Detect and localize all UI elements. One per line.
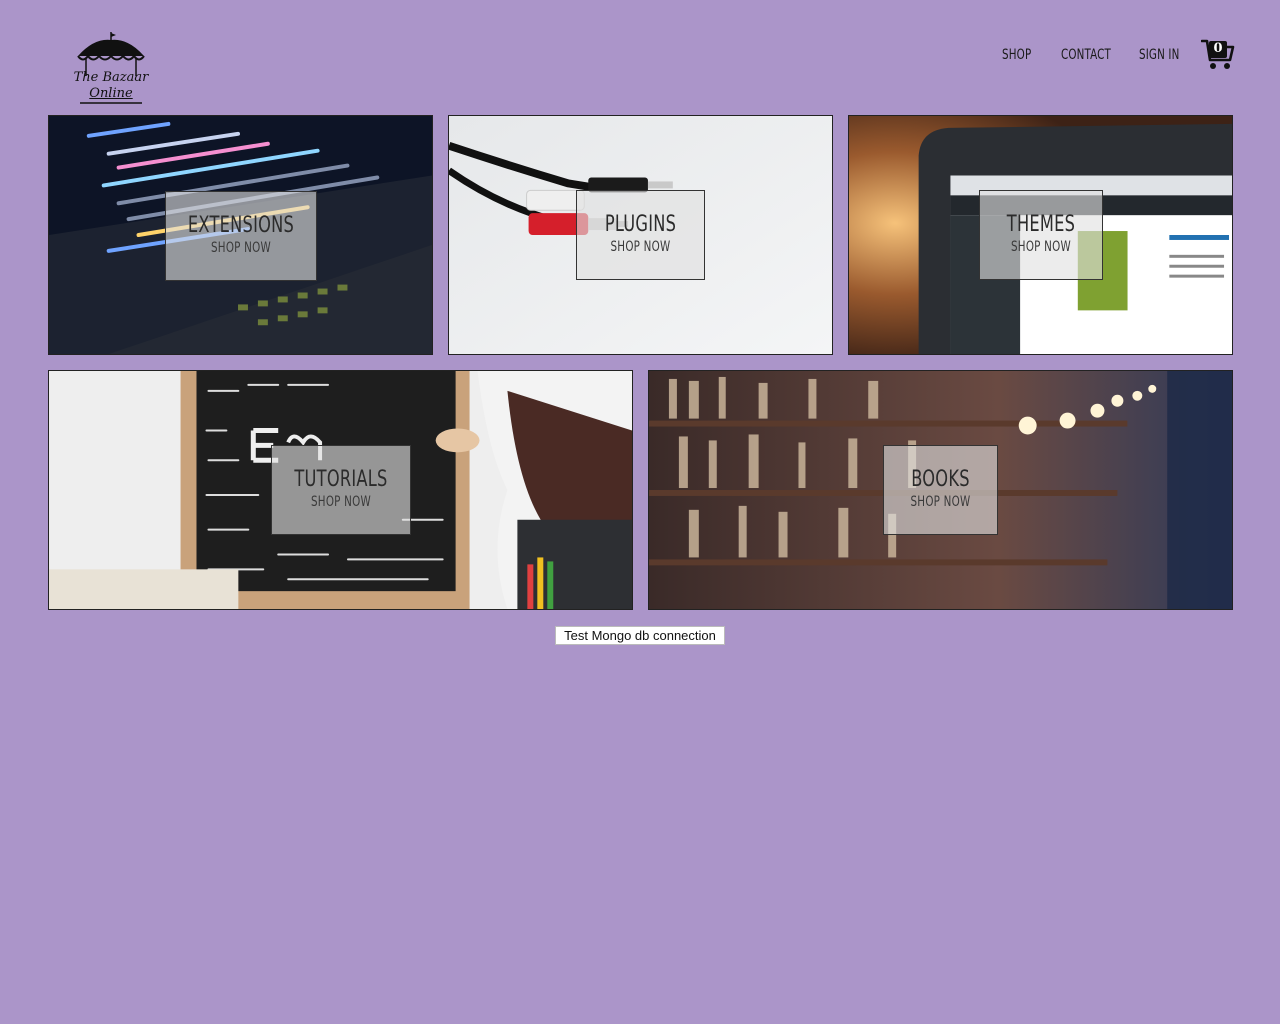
nav-contact-link[interactable]: CONTACT — [1061, 44, 1111, 66]
category-overlay: BOOKS SHOP NOW — [883, 445, 998, 535]
test-mongo-connection-button[interactable]: Test Mongo db connection — [555, 626, 725, 645]
page: The Bazaar Online SHOP CONTACT SIGN IN 0 — [0, 0, 1280, 1024]
site-header: The Bazaar Online SHOP CONTACT SIGN IN 0 — [0, 0, 1280, 112]
shop-now-link[interactable]: SHOP NOW — [180, 240, 303, 256]
category-overlay: EXTENSIONS SHOP NOW — [165, 191, 317, 281]
category-overlay: THEMES SHOP NOW — [979, 190, 1103, 280]
logo-text-line2: Online — [89, 86, 133, 101]
shop-now-link[interactable]: SHOP NOW — [284, 494, 397, 510]
category-tile-extensions[interactable]: EXTENSIONS SHOP NOW — [48, 115, 433, 355]
category-overlay: TUTORIALS SHOP NOW — [271, 445, 411, 535]
category-tile-plugins[interactable]: PLUGINS SHOP NOW — [448, 115, 833, 355]
main-nav: SHOP CONTACT SIGN IN — [0, 44, 1280, 68]
site-logo[interactable]: The Bazaar Online — [72, 30, 150, 110]
category-title: PLUGINS — [604, 212, 677, 237]
logo-text-line1: The Bazaar — [73, 70, 149, 85]
nav-shop-link[interactable]: SHOP — [1002, 44, 1031, 66]
shop-now-link[interactable]: SHOP NOW — [588, 239, 692, 255]
shop-now-link[interactable]: SHOP NOW — [991, 239, 1091, 255]
nav-sign-in-link[interactable]: SIGN IN — [1139, 44, 1180, 66]
category-title: BOOKS — [911, 467, 970, 492]
category-title: THEMES — [1006, 212, 1076, 237]
category-title: EXTENSIONS — [187, 213, 295, 238]
category-tile-books[interactable]: BOOKS SHOP NOW — [648, 370, 1233, 610]
category-tile-themes[interactable]: THEMES SHOP NOW — [848, 115, 1233, 355]
category-title: TUTORIALS — [294, 467, 388, 492]
cart-button[interactable]: 0 — [1201, 38, 1235, 72]
category-tile-tutorials[interactable]: TUTORIALS SHOP NOW — [48, 370, 633, 610]
category-overlay: PLUGINS SHOP NOW — [576, 190, 705, 280]
shop-now-link[interactable]: SHOP NOW — [894, 494, 987, 510]
cart-count-badge: 0 — [1213, 41, 1223, 56]
